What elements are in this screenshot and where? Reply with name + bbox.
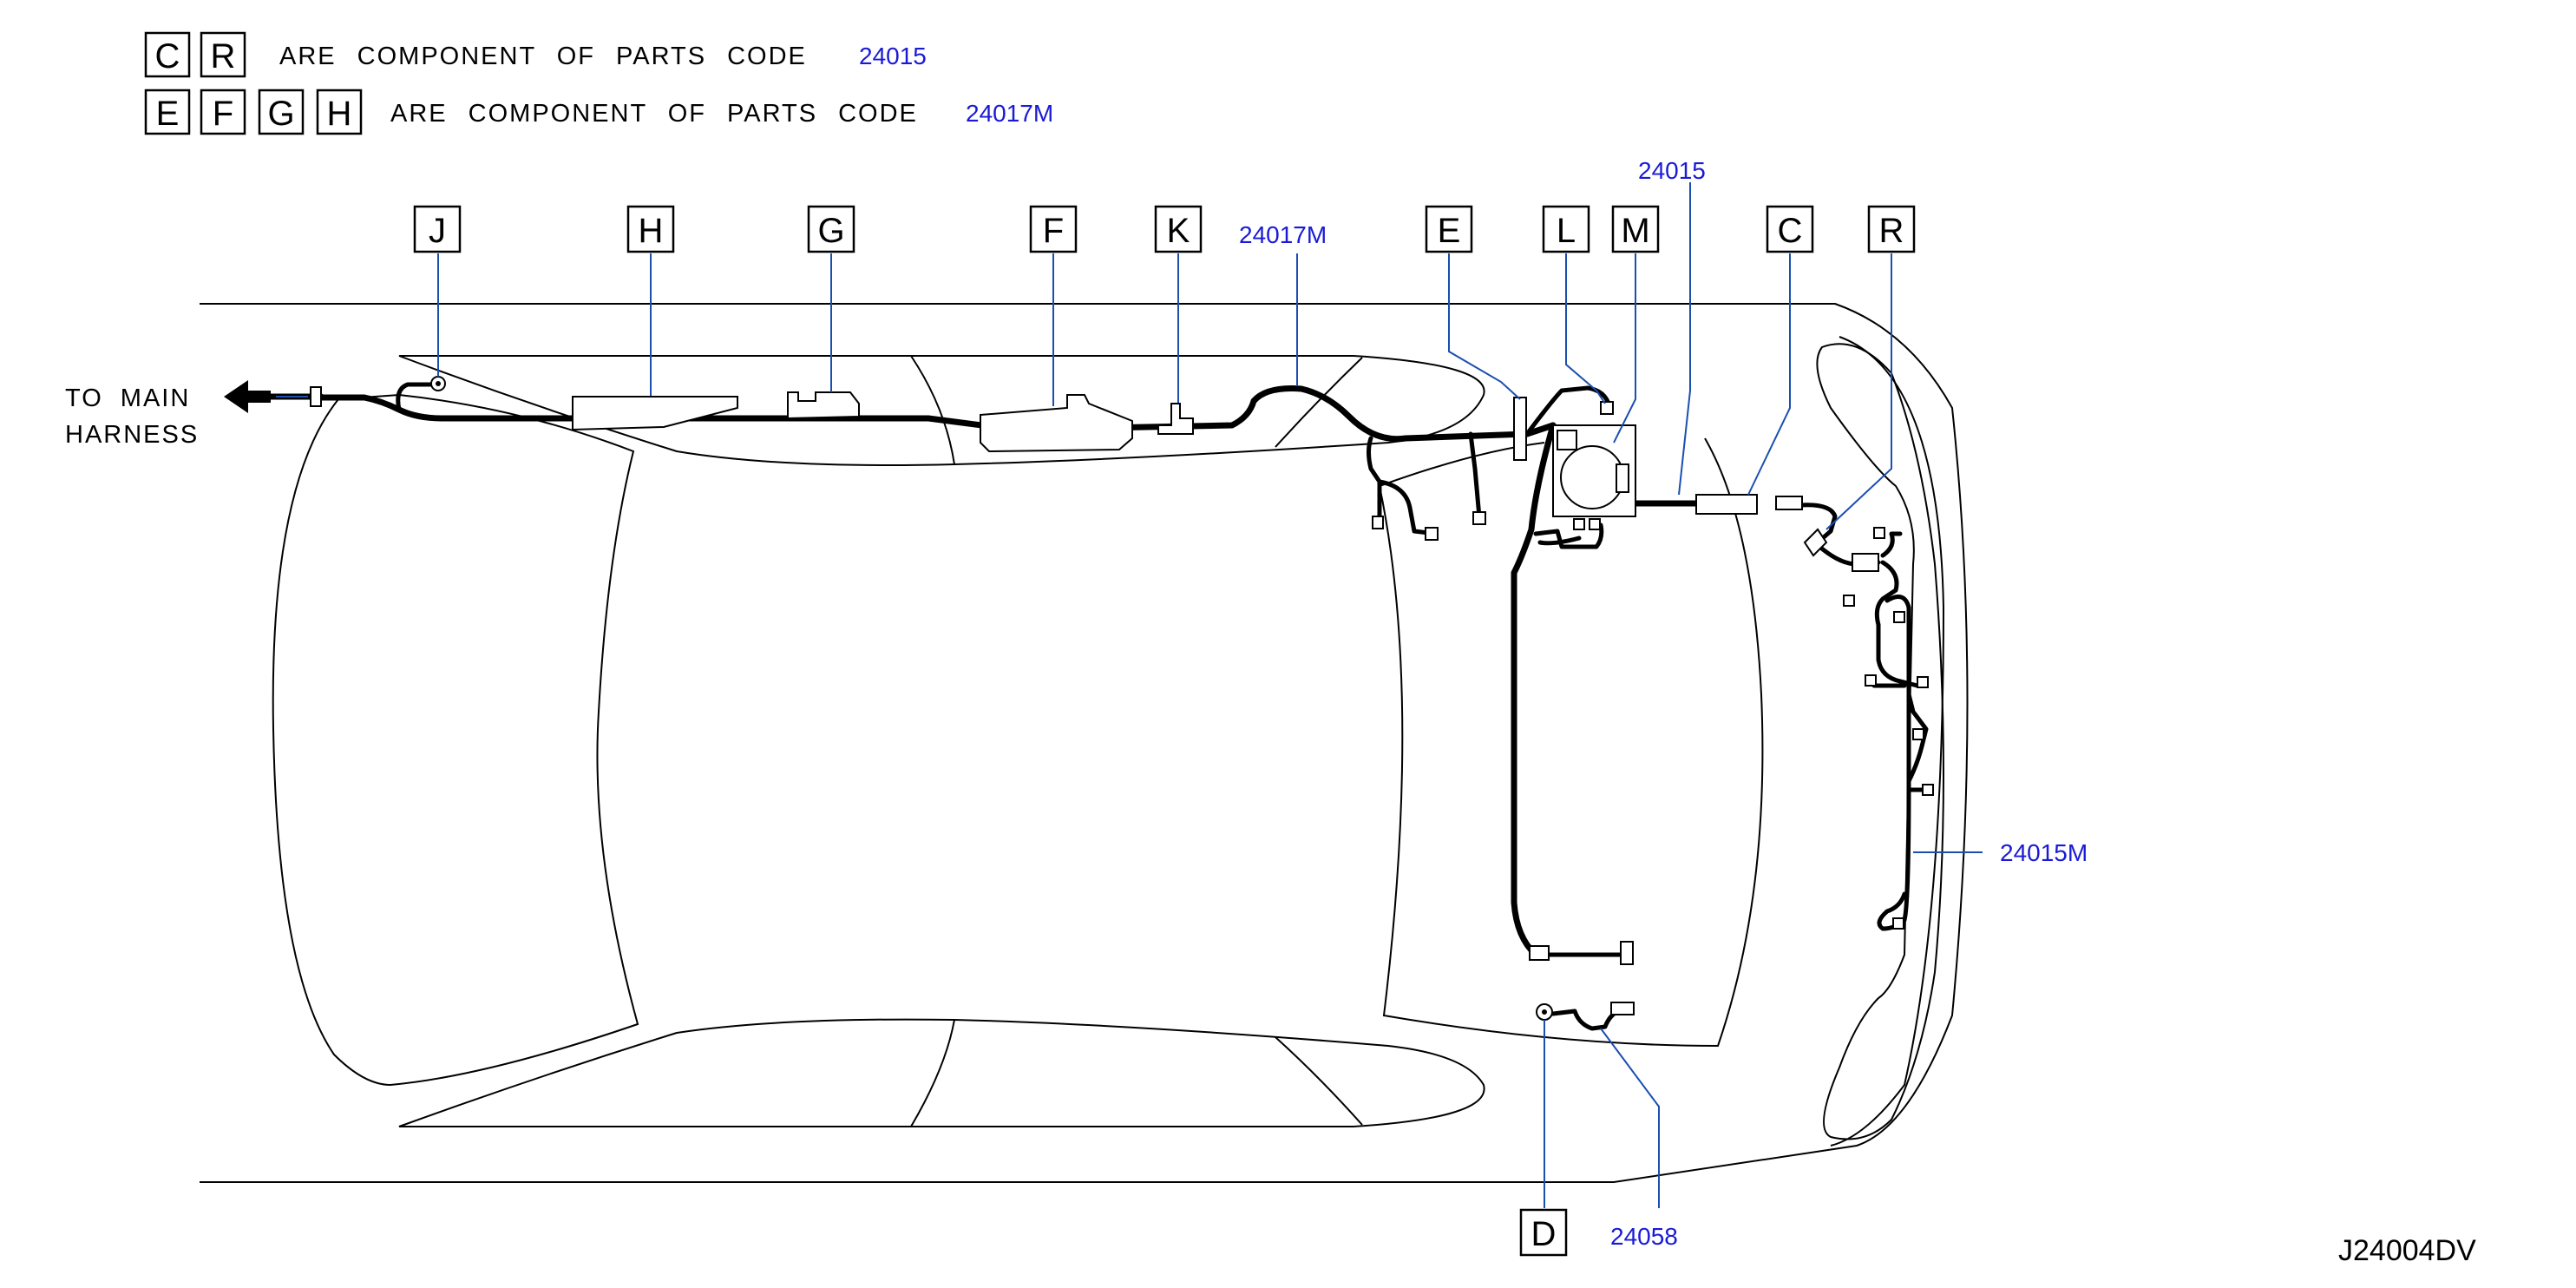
leader-lines [276,182,1983,1208]
diagram-id: J24004DV [2338,1234,2476,1267]
part-code-24017m-top: 24017M [1239,221,1327,248]
legend-letter-g: G [267,95,294,133]
callout-g: G [817,212,844,250]
main-harness-connector [310,386,322,407]
component-c [1695,494,1758,515]
legend-row-1-code: 24015 [859,43,927,69]
component-f [980,394,1133,453]
callout-k: K [1167,212,1190,250]
legend-row-2-text: ARE COMPONENT OF PARTS CODE [390,100,918,128]
legend-row-2-code: 24017M [966,100,1053,127]
callout-d: D [1531,1215,1557,1253]
wiring-harness-diagram: C R ARE COMPONENT OF PARTS CODE 24015 E … [65,31,2476,1267]
legend-row-1-text: ARE COMPONENT OF PARTS CODE [279,43,807,70]
side-label-line-1: TO MAIN [65,384,190,412]
callout-h: H [639,212,664,250]
callout-c: C [1778,212,1803,250]
legend-letter-c: C [155,37,180,76]
callout-l: L [1557,212,1576,250]
component-g [787,391,860,420]
callout-r: R [1879,212,1904,250]
callout-j: J [429,212,446,250]
legend-letter-r: R [211,37,236,76]
left-arrow-icon [224,380,271,413]
legend-row-1: C R ARE COMPONENT OF PARTS CODE 24015 [144,31,927,78]
legend: C R ARE COMPONENT OF PARTS CODE 24015 E … [144,31,1053,135]
part-code-24015m: 24015M [2000,839,2088,866]
component-k [1157,403,1194,435]
callout-f: F [1043,212,1064,250]
callouts: J H G F K E L M C R D [413,205,1916,1257]
part-code-24015-top: 24015 [1638,157,1706,184]
legend-letter-e: E [156,95,180,133]
component-l [1600,401,1614,415]
legend-letter-f: F [213,95,233,133]
part-code-labels: 24015 24017M 24015M 24058 [1239,157,2088,1250]
callout-m: M [1621,212,1649,250]
legend-row-2: E F G H ARE COMPONENT OF PARTS CODE 2401… [144,89,1053,135]
component-e [1513,397,1527,461]
callout-e: E [1438,212,1461,250]
to-main-harness: TO MAIN HARNESS [65,380,271,449]
component-h [572,396,738,431]
side-label-line-2: HARNESS [65,421,199,449]
components [310,376,1934,1021]
part-code-24058: 24058 [1610,1223,1678,1250]
legend-letter-h: H [327,95,352,133]
